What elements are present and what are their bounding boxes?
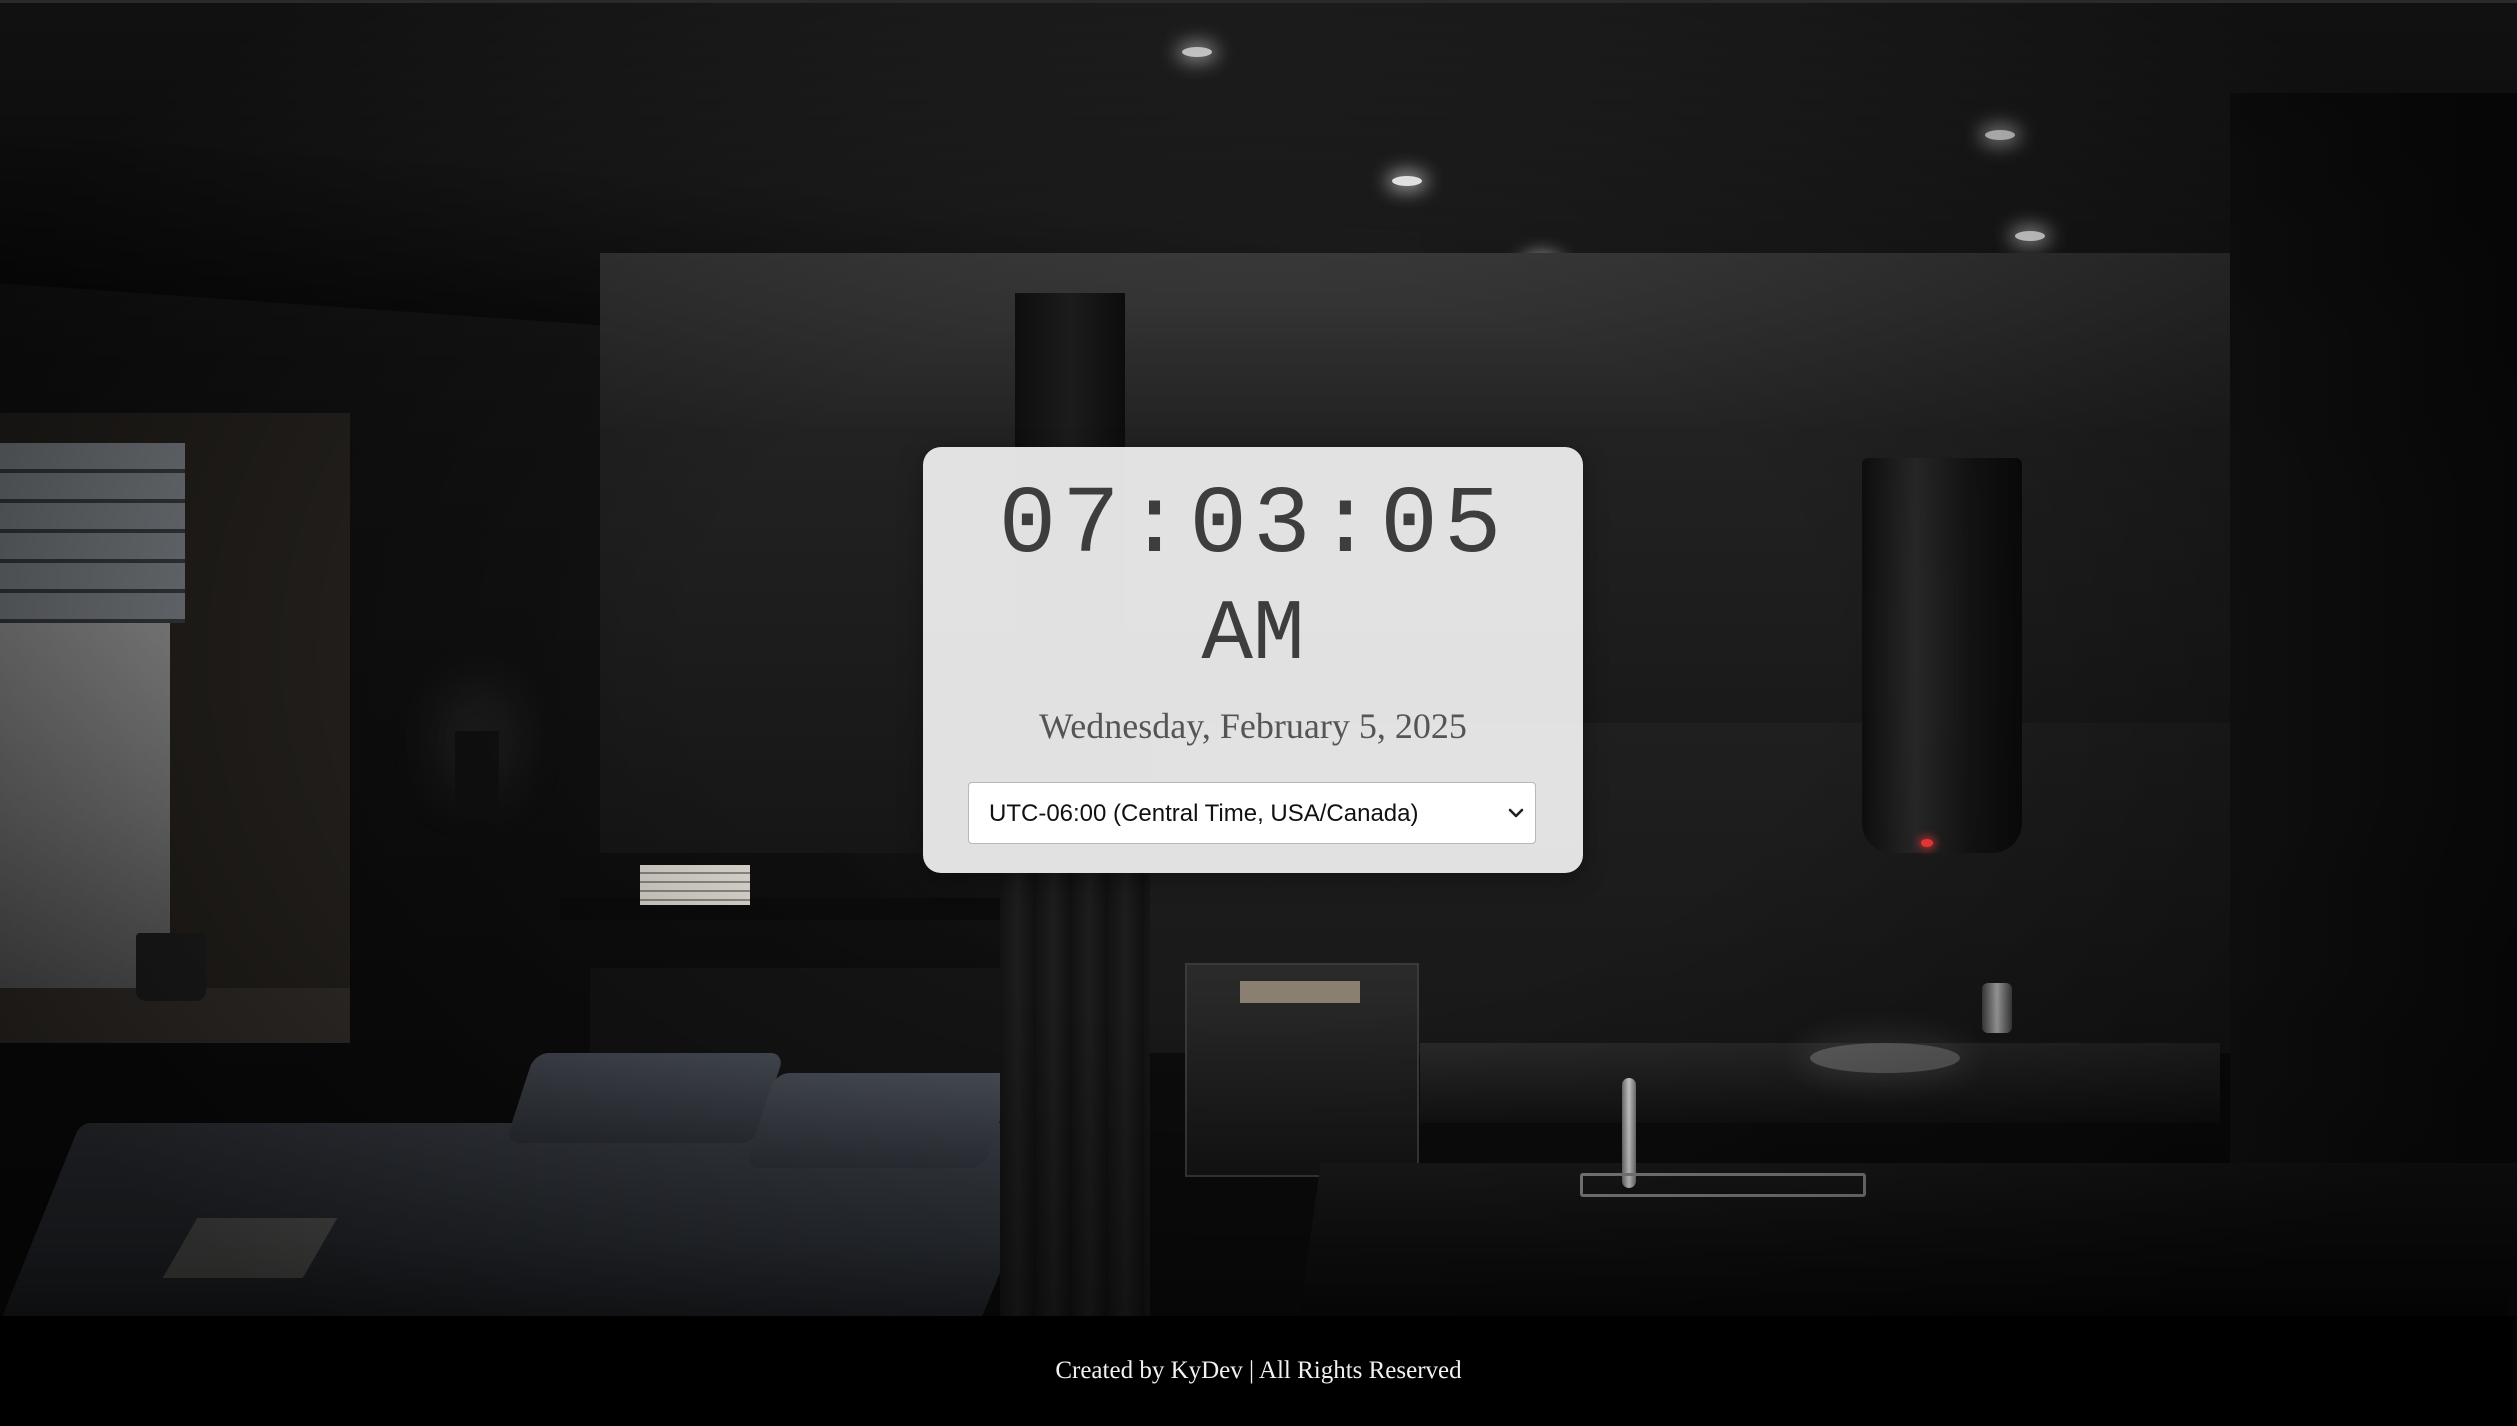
- footer-credit: Created by KyDev | All Rights Reserved: [1055, 1357, 1462, 1384]
- timezone-selected-value: UTC-06:00 (Central Time, USA/Canada): [989, 800, 1419, 827]
- chevron-down-icon: [1508, 808, 1524, 818]
- clock-time: 07:03:05: [998, 471, 1508, 580]
- timezone-select[interactable]: UTC-06:00 (Central Time, USA/Canada): [968, 782, 1536, 844]
- footer: Created by KyDev | All Rights Reserved: [0, 1316, 2517, 1399]
- clock-period: AM: [1201, 586, 1305, 684]
- clock-date: Wednesday, February 5, 2025: [1039, 706, 1467, 746]
- clock-card: 07:03:05 AM Wednesday, February 5, 2025 …: [923, 447, 1583, 873]
